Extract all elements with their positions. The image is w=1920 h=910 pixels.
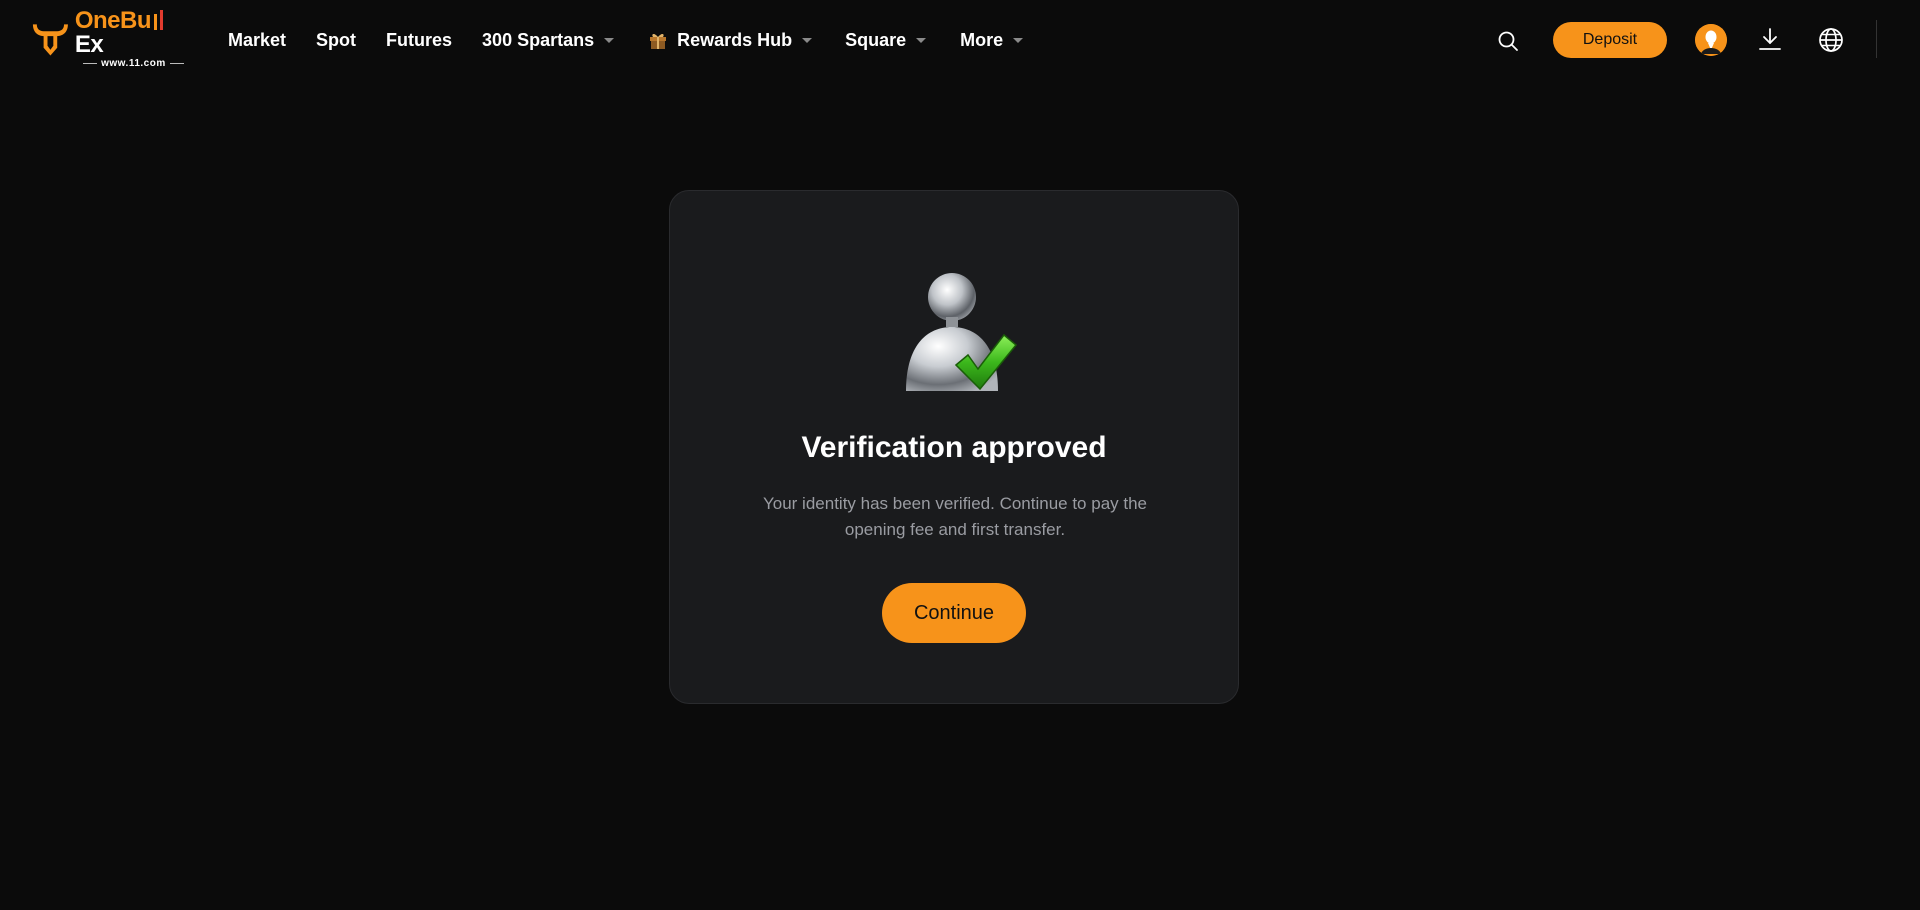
nav-futures[interactable]: Futures (386, 30, 452, 51)
verification-description: Your identity has been verified. Continu… (762, 494, 1148, 539)
user-verified-icon (906, 273, 1018, 391)
nav-square[interactable]: Square (845, 29, 927, 51)
nav-rewards-hub[interactable]: Rewards Hub (648, 29, 813, 51)
user-avatar-icon (1695, 24, 1727, 56)
download-button[interactable] (1757, 26, 1783, 52)
language-button[interactable] (1817, 26, 1845, 54)
nav-futures-label: Futures (386, 29, 453, 50)
main-nav: Market Spot Futures 300 Spartans Rewards… (228, 0, 1053, 80)
nav-300-spartans[interactable]: 300 Spartans (482, 29, 615, 51)
continue-button[interactable]: Continue (882, 583, 1026, 643)
bull-logo-icon (32, 24, 68, 56)
logo-bars-icon (154, 10, 164, 30)
nav-more-label: More (960, 29, 1004, 50)
nav-market-label: Market (228, 29, 287, 50)
nav-spot-label: Spot (316, 29, 357, 50)
chevron-down-icon (802, 37, 813, 43)
brand-logo[interactable]: OneBu Ex www.11.com (30, 9, 192, 69)
chevron-down-icon (1013, 37, 1024, 43)
nav-rewards-hub-label: Rewards Hub (677, 29, 793, 50)
logo-domain: www.11.com (101, 58, 166, 69)
user-avatar[interactable] (1695, 24, 1727, 56)
globe-icon (1819, 28, 1843, 52)
nav-more[interactable]: More (960, 29, 1024, 51)
logo-word-part3: Ex (74, 31, 104, 58)
nav-market[interactable]: Market (228, 30, 286, 51)
top-navigation-bar: OneBu Ex www.11.com Market Spot Futures 3… (0, 0, 1920, 80)
chevron-down-icon (604, 37, 615, 43)
nav-300-spartans-label: 300 Spartans (482, 29, 595, 50)
search-button[interactable] (1496, 29, 1520, 53)
chevron-down-icon (916, 37, 927, 43)
logo-word-part2: Bu (120, 7, 152, 34)
search-icon (1498, 31, 1518, 51)
nav-square-label: Square (845, 29, 907, 50)
verification-card: Verification approved Your identity has … (669, 190, 1239, 704)
logo-word-part1: One (74, 7, 121, 34)
toolbar-divider (1876, 20, 1877, 58)
download-icon (1759, 28, 1781, 50)
deposit-button[interactable]: Deposit (1553, 22, 1667, 58)
logo-wordmark: OneBu Ex www.11.com (75, 9, 192, 69)
nav-spot[interactable]: Spot (316, 30, 356, 51)
gift-icon (650, 33, 667, 49)
verification-title: Verification approved (801, 431, 1107, 464)
